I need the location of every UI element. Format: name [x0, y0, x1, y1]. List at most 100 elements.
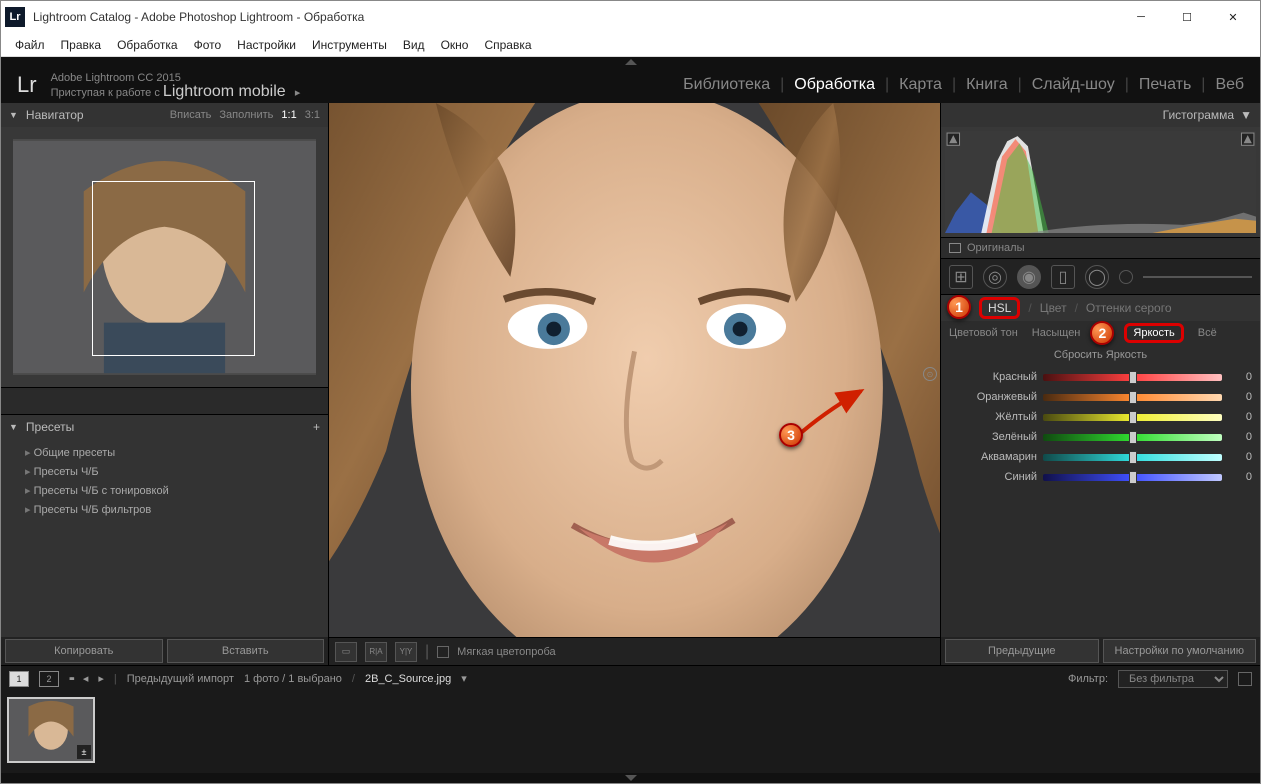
slider-track[interactable] [1043, 454, 1222, 461]
filter-select[interactable]: Без фильтра [1118, 670, 1228, 688]
reset-luminance-label[interactable]: Сбросить Яркость [941, 345, 1260, 365]
bottom-panel-gripper[interactable] [1, 773, 1260, 783]
grid-view-icon[interactable]: ▪▪ [69, 673, 73, 685]
zoom-3-1[interactable]: 3:1 [305, 109, 320, 121]
brush-tool-button[interactable] [1119, 270, 1133, 284]
filename-label[interactable]: 2B_C_Source.jpg [365, 673, 451, 685]
brush-size-slider[interactable] [1143, 276, 1252, 278]
minimize-button[interactable]: ─ [1118, 1, 1164, 33]
close-button[interactable]: ✕ [1210, 1, 1256, 33]
maximize-button[interactable]: ☐ [1164, 1, 1210, 33]
histogram-header[interactable]: Гистограмма ▼ [941, 103, 1260, 127]
loupe-toolbar: ▭ R|A Y|Y | Мягкая цветопроба [329, 637, 940, 665]
module-book[interactable]: Книга [966, 76, 1007, 94]
slider-knob[interactable] [1129, 411, 1137, 424]
slider-value[interactable]: 0 [1228, 451, 1252, 463]
filename-dropdown-icon[interactable]: ▾ [461, 672, 467, 685]
module-develop[interactable]: Обработка [794, 76, 875, 94]
saturation-subtab[interactable]: Насыщен [1032, 327, 1081, 339]
top-panel-gripper[interactable] [1, 57, 1260, 67]
slider-knob[interactable] [1129, 391, 1137, 404]
slider-value[interactable]: 0 [1228, 371, 1252, 383]
all-subtab[interactable]: Всё [1198, 327, 1217, 339]
slider-knob[interactable] [1129, 451, 1137, 464]
zoom-fill[interactable]: Заполнить [219, 109, 273, 121]
previous-button[interactable]: Предыдущие [945, 639, 1099, 663]
identity-module-bar: Lr Adobe Lightroom CC 2015 Приступая к р… [1, 67, 1260, 103]
portrait-image [329, 103, 940, 637]
spot-tool-button[interactable]: ◎ [983, 265, 1007, 289]
main-display-button[interactable]: 1 [9, 671, 29, 687]
lightroom-mobile-link[interactable]: Lightroom mobile [163, 83, 286, 100]
reset-defaults-button[interactable]: Настройки по умолчанию [1103, 639, 1257, 663]
menu-view[interactable]: Вид [397, 36, 431, 54]
presets-header[interactable]: ▼ Пресеты + [1, 415, 328, 439]
slider-track[interactable] [1043, 394, 1222, 401]
softproof-checkbox[interactable] [437, 646, 449, 658]
histogram[interactable] [941, 127, 1260, 237]
filmstrip-thumbnail[interactable]: ± [7, 697, 95, 763]
slider-value[interactable]: 0 [1228, 411, 1252, 423]
menu-file[interactable]: Файл [9, 36, 51, 54]
slider-value[interactable]: 0 [1228, 391, 1252, 403]
slider-knob[interactable] [1129, 471, 1137, 484]
menu-tools[interactable]: Инструменты [306, 36, 393, 54]
module-web[interactable]: Веб [1215, 76, 1244, 94]
menu-edit[interactable]: Правка [55, 36, 108, 54]
color-slider-row: Синий0 [949, 467, 1252, 487]
loupe-view-button[interactable]: ▭ [335, 642, 357, 662]
filmstrip[interactable]: ± [1, 691, 1260, 773]
preset-folder[interactable]: Пресеты Ч/Б [9, 462, 320, 481]
menu-settings[interactable]: Настройки [231, 36, 302, 54]
navigator-header[interactable]: ▼ Навигатор Вписать Заполнить 1:1 3:1 [1, 103, 328, 127]
gradient-tool-button[interactable]: ▯ [1051, 265, 1075, 289]
menu-develop[interactable]: Обработка [111, 36, 184, 54]
second-display-button[interactable]: 2 [39, 671, 59, 687]
radial-tool-button[interactable]: ◯ [1085, 265, 1109, 289]
preset-folder[interactable]: Общие пресеты [9, 443, 320, 462]
image-viewport[interactable]: 3 [329, 103, 940, 637]
navigator-thumbnail[interactable] [1, 127, 328, 387]
slider-knob[interactable] [1129, 431, 1137, 444]
paste-button[interactable]: Вставить [167, 639, 325, 663]
before-after-yy-button[interactable]: Y|Y [395, 642, 417, 662]
luminance-subtab[interactable]: Яркость [1124, 323, 1183, 343]
before-after-ra-button[interactable]: R|A [365, 642, 387, 662]
targeted-adjustment-tool[interactable]: ⊙ [923, 367, 937, 381]
hue-subtab[interactable]: Цветовой тон [949, 327, 1018, 339]
slider-track[interactable] [1043, 474, 1222, 481]
slider-value[interactable]: 0 [1228, 431, 1252, 443]
menu-help[interactable]: Справка [478, 36, 537, 54]
slider-knob[interactable] [1129, 371, 1137, 384]
module-map[interactable]: Карта [899, 76, 942, 94]
module-print[interactable]: Печать [1139, 76, 1191, 94]
preset-folder[interactable]: Пресеты Ч/Б фильтров [9, 500, 320, 519]
zoom-1-1[interactable]: 1:1 [281, 109, 296, 121]
zoom-fit[interactable]: Вписать [170, 109, 212, 121]
crop-tool-button[interactable]: ⊞ [949, 265, 973, 289]
grayscale-mode-tab[interactable]: Оттенки серого [1086, 301, 1172, 315]
copy-button[interactable]: Копировать [5, 639, 163, 663]
preset-folder[interactable]: Пресеты Ч/Б с тонировкой [9, 481, 320, 500]
nav-prev-icon[interactable]: ◂ [83, 672, 89, 685]
breadcrumb-source[interactable]: Предыдущий импорт [127, 673, 234, 685]
module-slideshow[interactable]: Слайд-шоу [1032, 76, 1115, 94]
module-library[interactable]: Библиотека [683, 76, 770, 94]
slider-track[interactable] [1043, 414, 1222, 421]
menu-window[interactable]: Окно [435, 36, 475, 54]
redeye-tool-button[interactable]: ◉ [1017, 265, 1041, 289]
filter-lock-icon[interactable] [1238, 672, 1252, 686]
slider-track[interactable] [1043, 434, 1222, 441]
slider-label: Оранжевый [949, 391, 1037, 403]
window-title: Lightroom Catalog - Adobe Photoshop Ligh… [33, 10, 364, 24]
originals-row[interactable]: Оригиналы [941, 237, 1260, 259]
menu-photo[interactable]: Фото [188, 36, 228, 54]
nav-next-icon[interactable]: ▸ [98, 672, 104, 685]
annotation-marker-1: 1 [947, 295, 971, 319]
slider-track[interactable] [1043, 374, 1222, 381]
navigator-crop-frame[interactable] [92, 181, 256, 356]
color-mode-tab[interactable]: Цвет [1040, 301, 1067, 315]
add-preset-icon[interactable]: + [313, 420, 320, 434]
hsl-mode-tab[interactable]: HSL [979, 297, 1020, 319]
slider-value[interactable]: 0 [1228, 471, 1252, 483]
